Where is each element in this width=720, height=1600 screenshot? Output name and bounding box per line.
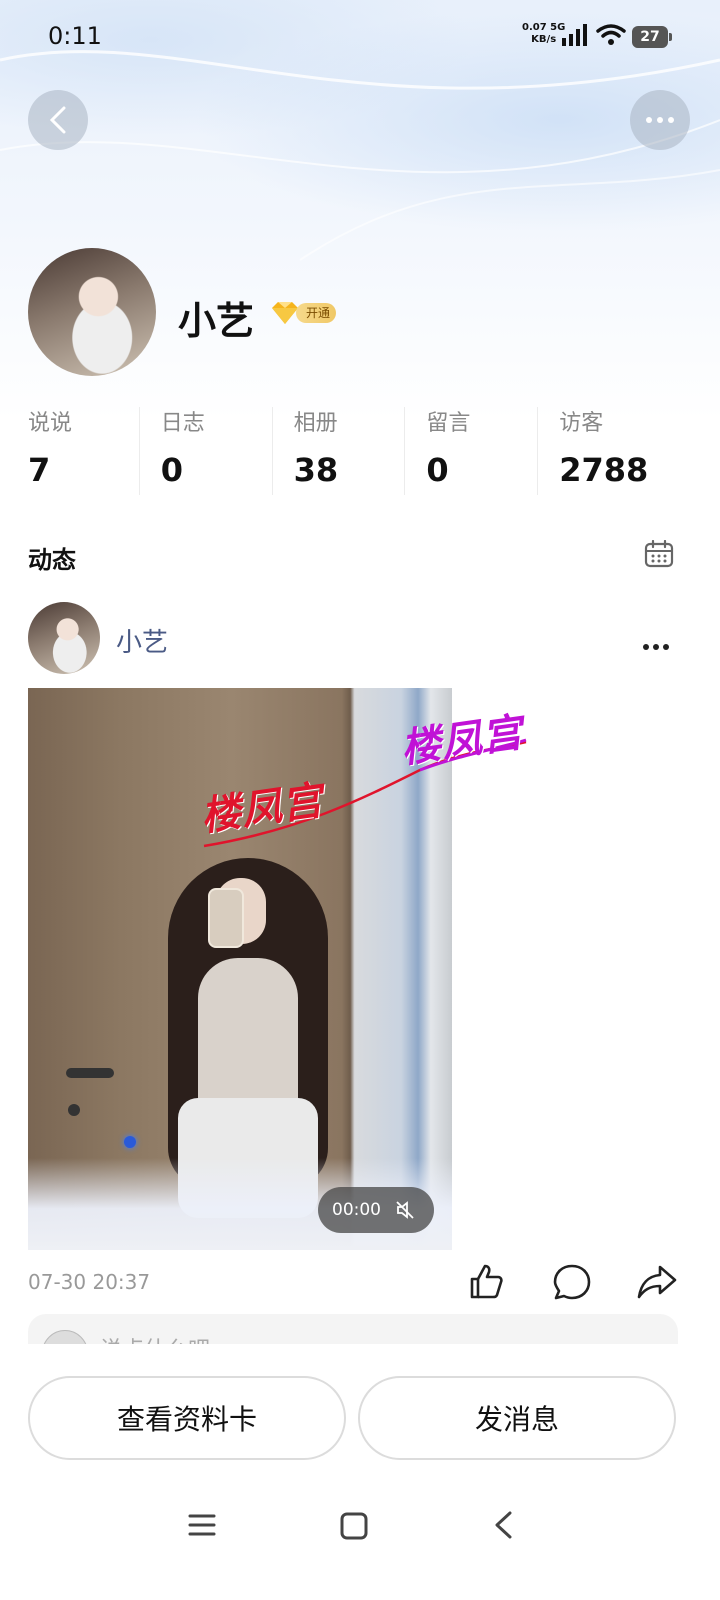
send-message-label: 发消息: [474, 1403, 559, 1436]
home-icon[interactable]: [340, 1512, 368, 1540]
back-nav-icon[interactable]: [492, 1510, 514, 1540]
post-timestamp: 07-30 20:37: [28, 1270, 151, 1294]
comment-input[interactable]: 说点什么吧: [28, 1314, 678, 1344]
watermark-stroke: [203, 738, 527, 848]
menu-icon[interactable]: [188, 1512, 216, 1538]
mute-icon[interactable]: [395, 1200, 415, 1220]
send-message-button[interactable]: 发消息: [358, 1376, 676, 1460]
blue-light: [124, 1136, 136, 1148]
share-icon[interactable]: [636, 1262, 678, 1302]
view-profile-card-label: 查看资料卡: [116, 1403, 257, 1436]
system-navigation-bar: [0, 1490, 720, 1570]
door-knob: [68, 1104, 80, 1116]
commenter-avatar: [42, 1330, 88, 1344]
like-icon[interactable]: [466, 1262, 506, 1302]
comment-icon[interactable]: [552, 1262, 592, 1302]
comment-placeholder: 说点什么吧: [100, 1332, 210, 1344]
video-controls[interactable]: 00:00: [318, 1187, 434, 1233]
video-time: 00:00: [332, 1200, 381, 1220]
door-handle: [66, 1068, 114, 1078]
view-profile-card-button[interactable]: 查看资料卡: [28, 1376, 346, 1460]
